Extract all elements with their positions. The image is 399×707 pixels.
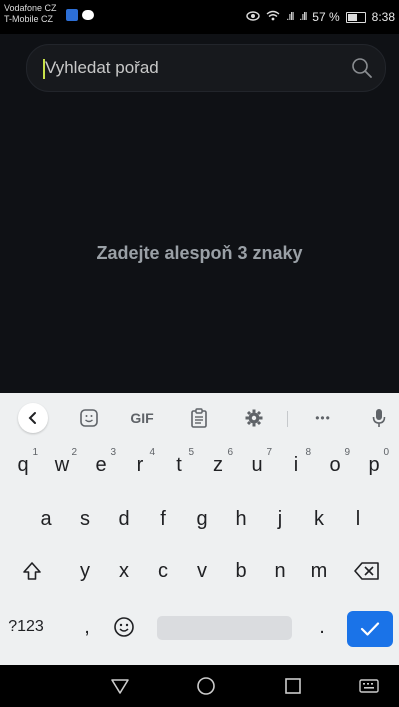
key-p[interactable]: p0 bbox=[355, 445, 393, 485]
key-r[interactable]: r4 bbox=[121, 445, 159, 485]
key-g[interactable]: g bbox=[183, 499, 221, 539]
clock: 8:38 bbox=[371, 10, 395, 24]
chat-bubble-icon bbox=[82, 10, 94, 20]
key-o[interactable]: o9 bbox=[316, 445, 354, 485]
search-bar[interactable] bbox=[26, 44, 386, 92]
key-d[interactable]: d bbox=[105, 499, 143, 539]
key-b[interactable]: b bbox=[222, 551, 260, 591]
space-bar[interactable] bbox=[157, 616, 292, 640]
emoji-key[interactable] bbox=[105, 607, 143, 647]
shift-icon bbox=[23, 562, 41, 580]
gear-icon bbox=[245, 409, 263, 427]
key-k[interactable]: k bbox=[300, 499, 338, 539]
keyboard-toolbar: GIF ••• bbox=[0, 393, 399, 443]
key-comma[interactable]: , bbox=[68, 607, 106, 647]
key-t[interactable]: t5 bbox=[160, 445, 198, 485]
enter-key[interactable] bbox=[347, 611, 393, 647]
status-bar: Vodafone CZ T-Mobile CZ .ıll .ıll 57 % 8… bbox=[0, 0, 399, 34]
gif-button[interactable]: GIF bbox=[124, 403, 160, 433]
home-circle-icon[interactable] bbox=[195, 675, 217, 697]
key-period[interactable]: . bbox=[303, 607, 341, 647]
key-row-3: y x c v b n m bbox=[0, 551, 399, 597]
sticker-button[interactable] bbox=[76, 403, 102, 433]
signal-icon-1: .ıll bbox=[286, 11, 294, 23]
keyboard-toggle-icon[interactable] bbox=[358, 675, 380, 697]
toolbar-divider bbox=[287, 411, 288, 427]
settings-button[interactable] bbox=[241, 403, 267, 433]
checkmark-icon bbox=[360, 622, 380, 636]
key-m[interactable]: m bbox=[300, 551, 338, 591]
backspace-icon bbox=[354, 562, 379, 580]
symbols-key[interactable]: ?123 bbox=[4, 607, 48, 647]
key-j[interactable]: j bbox=[261, 499, 299, 539]
carrier-2: T-Mobile CZ bbox=[4, 14, 54, 24]
clipboard-icon bbox=[191, 408, 207, 428]
key-f[interactable]: f bbox=[144, 499, 182, 539]
more-button[interactable]: ••• bbox=[308, 403, 338, 433]
battery-icon bbox=[345, 11, 366, 23]
emoji-icon bbox=[114, 617, 134, 637]
shield-icon bbox=[66, 9, 78, 21]
key-row-4: ?123 , . bbox=[0, 607, 399, 653]
status-right: .ıll .ıll 57 % 8:38 bbox=[246, 10, 395, 24]
clipboard-button[interactable] bbox=[186, 403, 212, 433]
key-row-1: q1 w2 e3 r4 t5 z6 u7 i8 o9 p0 bbox=[0, 445, 399, 491]
key-row-2: a s d f g h j k l bbox=[0, 499, 399, 545]
sticker-icon bbox=[80, 409, 98, 427]
wifi-icon bbox=[266, 10, 280, 24]
key-n[interactable]: n bbox=[261, 551, 299, 591]
notification-icons bbox=[66, 9, 94, 21]
key-v[interactable]: v bbox=[183, 551, 221, 591]
search-icon[interactable] bbox=[351, 57, 373, 79]
key-l[interactable]: l bbox=[339, 499, 377, 539]
search-input[interactable] bbox=[45, 57, 335, 79]
chevron-left-icon bbox=[18, 403, 48, 433]
key-s[interactable]: s bbox=[66, 499, 104, 539]
key-x[interactable]: x bbox=[105, 551, 143, 591]
backspace-key[interactable] bbox=[345, 551, 389, 591]
shift-key[interactable] bbox=[10, 551, 54, 591]
voice-input-button[interactable] bbox=[367, 403, 391, 433]
key-e[interactable]: e3 bbox=[82, 445, 120, 485]
navigation-bar bbox=[0, 665, 399, 707]
carrier-1: Vodafone CZ bbox=[4, 3, 57, 13]
key-h[interactable]: h bbox=[222, 499, 260, 539]
microphone-icon bbox=[372, 409, 386, 427]
key-i[interactable]: i8 bbox=[277, 445, 315, 485]
text-cursor bbox=[43, 59, 45, 79]
carrier-labels: Vodafone CZ T-Mobile CZ bbox=[4, 3, 57, 25]
eye-icon bbox=[246, 10, 260, 24]
soft-keyboard: GIF ••• q1 w2 e3 r4 t5 z6 u7 i8 o9 p0 a … bbox=[0, 393, 399, 665]
key-w[interactable]: w2 bbox=[43, 445, 81, 485]
recents-square-icon[interactable] bbox=[282, 675, 304, 697]
key-z[interactable]: z6 bbox=[199, 445, 237, 485]
back-triangle-icon[interactable] bbox=[109, 675, 131, 697]
key-u[interactable]: u7 bbox=[238, 445, 276, 485]
signal-icon-2: .ıll bbox=[299, 11, 307, 23]
key-a[interactable]: a bbox=[27, 499, 65, 539]
battery-percent: 57 % bbox=[312, 10, 340, 24]
key-y[interactable]: y bbox=[66, 551, 104, 591]
min-chars-hint: Zadejte alespoň 3 znaky bbox=[96, 243, 303, 263]
key-q[interactable]: q1 bbox=[4, 445, 42, 485]
key-c[interactable]: c bbox=[144, 551, 182, 591]
keyboard-back-button[interactable] bbox=[18, 403, 48, 433]
